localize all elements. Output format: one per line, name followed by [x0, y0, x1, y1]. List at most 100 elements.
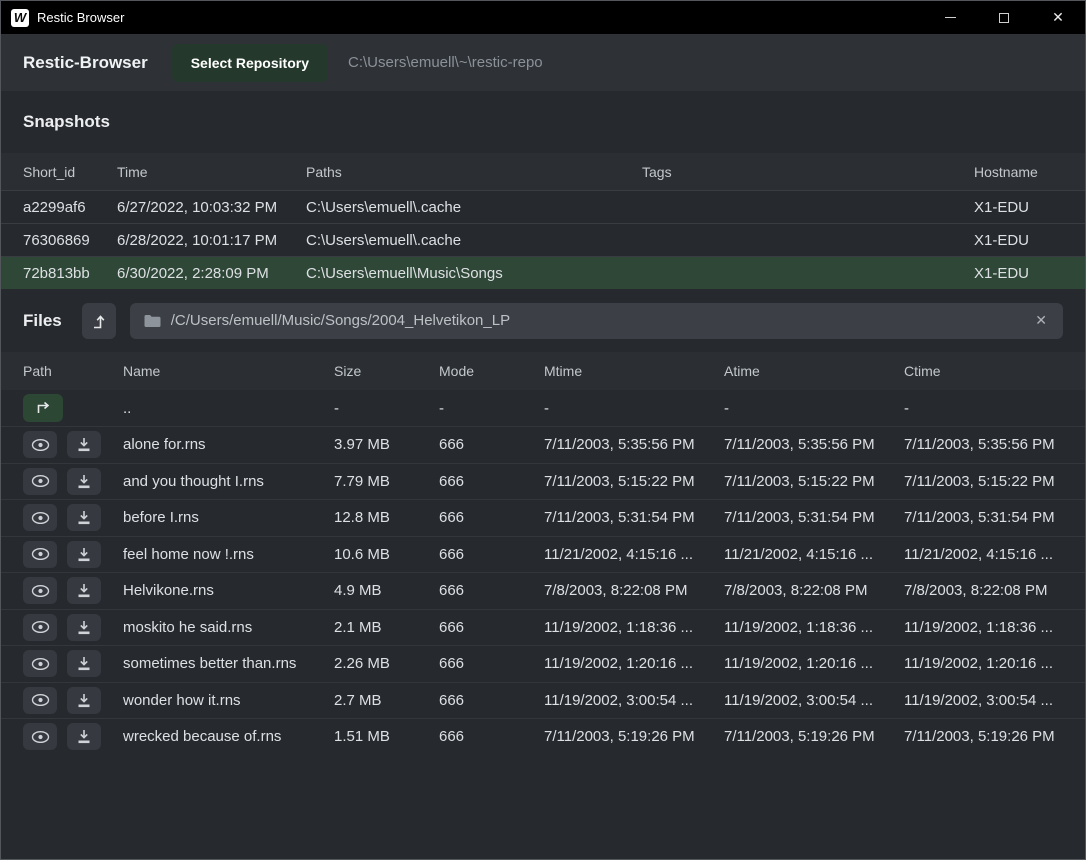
snapshot-time: 6/28/2022, 10:01:17 PM [117, 232, 306, 249]
file-mode: 666 [439, 473, 544, 490]
files-table-body: alone for.rns 3.97 MB 666 7/11/2003, 5:3… [1, 426, 1085, 755]
col-atime: Atime [724, 363, 904, 379]
parent-ctime: - [904, 400, 1063, 417]
file-name: Helvikone.rns [123, 582, 334, 599]
parent-dir-row: .. - - - - - [1, 390, 1085, 426]
eye-icon [31, 547, 50, 561]
download-icon [76, 729, 92, 744]
file-row: wrecked because of.rns 1.51 MB 666 7/11/… [1, 718, 1085, 755]
download-icon [76, 474, 92, 489]
current-path: /C/Users/emuell/Music/Songs/2004_Helveti… [171, 312, 510, 329]
view-file-button[interactable] [23, 431, 57, 458]
files-heading: Files [23, 311, 62, 331]
eye-icon [31, 438, 50, 452]
file-name: wrecked because of.rns [123, 728, 334, 745]
col-size: Size [334, 363, 439, 379]
file-atime: 7/11/2003, 5:19:26 PM [724, 728, 904, 745]
file-mode: 666 [439, 582, 544, 599]
file-mtime: 7/11/2003, 5:31:54 PM [544, 509, 724, 526]
view-file-button[interactable] [23, 723, 57, 750]
download-file-button[interactable] [67, 723, 101, 750]
file-atime: 11/19/2002, 3:00:54 ... [724, 692, 904, 709]
view-file-button[interactable] [23, 504, 57, 531]
file-mode: 666 [439, 655, 544, 672]
view-file-button[interactable] [23, 577, 57, 604]
snapshot-row[interactable]: 72b813bb 6/30/2022, 2:28:09 PM C:\Users\… [1, 256, 1085, 289]
minimize-button[interactable] [923, 1, 977, 34]
clear-icon: ✕ [1035, 312, 1047, 328]
file-name: feel home now !.rns [123, 546, 334, 563]
parent-atime: - [724, 400, 904, 417]
window-titlebar: W Restic Browser ✕ [1, 1, 1085, 34]
snapshot-row[interactable]: a2299af6 6/27/2022, 10:03:32 PM C:\Users… [1, 190, 1085, 223]
file-mtime: 11/19/2002, 1:18:36 ... [544, 619, 724, 636]
col-ctime: Ctime [904, 363, 1063, 379]
view-file-button[interactable] [23, 614, 57, 641]
eye-icon [31, 730, 50, 744]
file-size: 7.79 MB [334, 473, 439, 490]
parent-size: - [334, 400, 439, 417]
file-atime: 11/19/2002, 1:18:36 ... [724, 619, 904, 636]
download-file-button[interactable] [67, 650, 101, 677]
col-mode: Mode [439, 363, 544, 379]
app-window: W Restic Browser ✕ Restic-Browser Select… [0, 0, 1086, 860]
snapshot-short-id: 72b813bb [23, 265, 117, 282]
download-icon [76, 547, 92, 562]
parent-dir-button[interactable] [23, 394, 63, 422]
download-icon [76, 437, 92, 452]
eye-icon [31, 693, 50, 707]
app-logo-icon: W [11, 9, 29, 27]
maximize-button[interactable] [977, 1, 1031, 34]
file-mtime: 11/21/2002, 4:15:16 ... [544, 546, 724, 563]
download-icon [76, 693, 92, 708]
file-row: before I.rns 12.8 MB 666 7/11/2003, 5:31… [1, 499, 1085, 536]
download-icon [76, 656, 92, 671]
close-icon: ✕ [1052, 9, 1064, 26]
maximize-icon [999, 13, 1009, 23]
up-right-arrow-icon [34, 401, 52, 415]
download-file-button[interactable] [67, 468, 101, 495]
toolbar: Restic-Browser Select Repository C:\User… [1, 34, 1085, 91]
snapshot-hostname: X1-EDU [974, 199, 1063, 216]
download-file-button[interactable] [67, 431, 101, 458]
file-name: wonder how it.rns [123, 692, 334, 709]
snapshot-row[interactable]: 76306869 6/28/2022, 10:01:17 PM C:\Users… [1, 223, 1085, 256]
view-file-button[interactable] [23, 541, 57, 568]
download-icon [76, 583, 92, 598]
file-row: alone for.rns 3.97 MB 666 7/11/2003, 5:3… [1, 426, 1085, 463]
file-mtime: 11/19/2002, 3:00:54 ... [544, 692, 724, 709]
parent-mtime: - [544, 400, 724, 417]
file-row: Helvikone.rns 4.9 MB 666 7/8/2003, 8:22:… [1, 572, 1085, 609]
clear-path-button[interactable]: ✕ [1033, 312, 1049, 329]
close-button[interactable]: ✕ [1031, 1, 1085, 34]
file-path-input[interactable]: /C/Users/emuell/Music/Songs/2004_Helveti… [130, 303, 1063, 339]
download-file-button[interactable] [67, 687, 101, 714]
col-paths: Paths [306, 164, 642, 180]
download-file-button[interactable] [67, 614, 101, 641]
file-size: 1.51 MB [334, 728, 439, 745]
snapshot-paths: C:\Users\emuell\Music\Songs [306, 265, 642, 282]
goto-root-button[interactable] [82, 303, 116, 339]
file-name: moskito he said.rns [123, 619, 334, 636]
file-name: sometimes better than.rns [123, 655, 334, 672]
col-name: Name [123, 363, 334, 379]
snapshot-paths: C:\Users\emuell\.cache [306, 199, 642, 216]
select-repository-button[interactable]: Select Repository [172, 44, 328, 82]
snapshots-table-header: Short_id Time Paths Tags Hostname [1, 153, 1085, 190]
download-file-button[interactable] [67, 577, 101, 604]
file-row: moskito he said.rns 2.1 MB 666 11/19/200… [1, 609, 1085, 646]
download-file-button[interactable] [67, 541, 101, 568]
file-mode: 666 [439, 546, 544, 563]
folder-icon [144, 314, 161, 328]
download-file-button[interactable] [67, 504, 101, 531]
view-file-button[interactable] [23, 650, 57, 677]
view-file-button[interactable] [23, 687, 57, 714]
root-arrow-icon [91, 312, 107, 330]
file-mtime: 11/19/2002, 1:20:16 ... [544, 655, 724, 672]
view-file-button[interactable] [23, 468, 57, 495]
eye-icon [31, 620, 50, 634]
file-ctime: 11/19/2002, 3:00:54 ... [904, 692, 1063, 709]
parent-mode: - [439, 400, 544, 417]
col-mtime: Mtime [544, 363, 724, 379]
file-ctime: 7/11/2003, 5:31:54 PM [904, 509, 1063, 526]
